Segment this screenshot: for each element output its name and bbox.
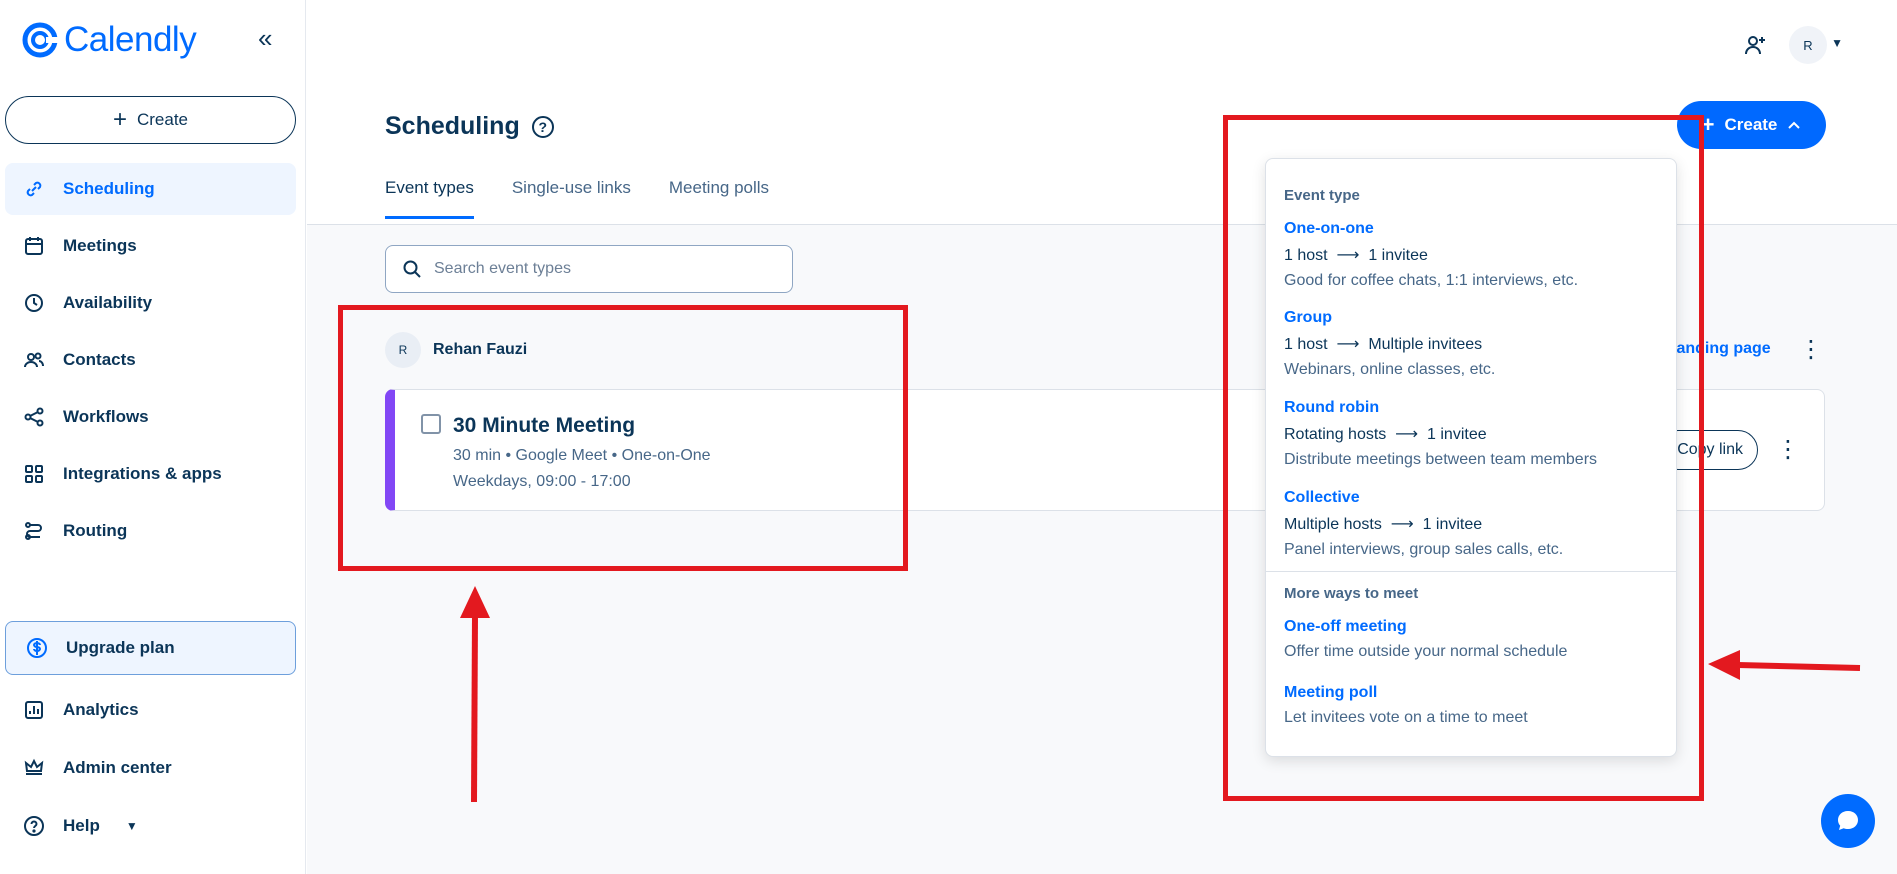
sidebar-item-contacts[interactable]: Contacts <box>5 334 296 386</box>
more-options-icon[interactable]: ⋮ <box>1799 338 1823 362</box>
sidebar-item-label: Analytics <box>63 700 139 719</box>
sidebar-create-label: Create <box>136 110 189 129</box>
crown-icon <box>24 758 44 775</box>
dollar-icon <box>27 638 47 658</box>
contacts-icon <box>24 352 44 368</box>
calendly-logo-icon <box>22 22 58 58</box>
sidebar-create-button[interactable]: + Create <box>5 96 296 144</box>
invite-user-icon[interactable] <box>1743 33 1767 57</box>
tab-meeting-polls[interactable]: Meeting polls <box>669 178 769 219</box>
sidebar-item-availability[interactable]: Availability <box>5 277 296 329</box>
workflow-icon <box>24 407 44 427</box>
sidebar-item-label: Routing <box>63 521 128 540</box>
sidebar-item-label: Integrations & apps <box>63 464 222 483</box>
search-box[interactable] <box>385 245 793 293</box>
help-icon <box>24 816 44 836</box>
avatar[interactable]: R <box>1789 26 1827 64</box>
annotation-box-dropdown <box>1223 115 1704 801</box>
clock-icon <box>25 294 43 312</box>
sidebar-item-label: Workflows <box>63 407 149 426</box>
sidebar-item-workflows[interactable]: Workflows <box>5 391 296 443</box>
tab-single-use-links[interactable]: Single-use links <box>512 178 631 219</box>
link-icon <box>26 181 42 197</box>
tab-event-types[interactable]: Event types <box>385 178 474 219</box>
annotation-box-event-card <box>338 305 908 571</box>
search-icon <box>403 260 421 278</box>
sidebar-item-analytics[interactable]: Analytics <box>5 684 296 736</box>
chevron-up-icon <box>1788 121 1801 129</box>
chevron-down-icon: ▼ <box>125 819 138 833</box>
sidebar-item-label: Meetings <box>63 236 137 255</box>
chat-support-button[interactable] <box>1821 794 1875 848</box>
page-title: Scheduling ? <box>385 112 554 141</box>
sidebar-item-label: Contacts <box>63 350 136 369</box>
upgrade-plan-button[interactable]: Upgrade plan <box>5 621 296 675</box>
chevron-down-icon[interactable]: ▼ <box>1831 36 1843 50</box>
sidebar-item-label: Help <box>63 816 100 835</box>
help-icon[interactable]: ? <box>531 115 554 138</box>
routing-icon <box>25 522 42 540</box>
sidebar-item-scheduling[interactable]: Scheduling <box>5 163 296 215</box>
upgrade-plan-label: Upgrade plan <box>66 638 175 657</box>
grid-icon <box>25 465 43 483</box>
page-title-text: Scheduling <box>385 112 520 140</box>
tabs: Event types Single-use links Meeting pol… <box>385 178 769 219</box>
sidebar-item-routing[interactable]: Routing <box>5 505 296 557</box>
calendar-icon <box>25 237 43 255</box>
plus-icon: + <box>112 106 127 133</box>
sidebar-item-label: Admin center <box>63 758 172 777</box>
collapse-sidebar-icon[interactable]: « <box>258 25 272 51</box>
brand-name: Calendly <box>64 20 197 59</box>
analytics-icon <box>25 701 43 719</box>
event-more-options-icon[interactable]: ⋮ <box>1776 438 1800 462</box>
sidebar-item-label: Scheduling <box>63 179 155 198</box>
sidebar-item-help[interactable]: Help ▼ <box>5 800 296 852</box>
sidebar-item-meetings[interactable]: Meetings <box>5 220 296 272</box>
sidebar-item-admin-center[interactable]: Admin center <box>5 742 296 794</box>
sidebar-item-label: Availability <box>63 293 153 312</box>
sidebar: Calendly « + Create Scheduling Meetings … <box>0 0 306 874</box>
search-input[interactable] <box>434 260 764 278</box>
chat-icon <box>1838 811 1858 830</box>
topbar-icons: R <box>1743 26 1827 64</box>
calendly-logo[interactable]: Calendly <box>22 20 197 60</box>
create-label: Create <box>1724 115 1778 134</box>
sidebar-item-integrations[interactable]: Integrations & apps <box>5 448 296 500</box>
